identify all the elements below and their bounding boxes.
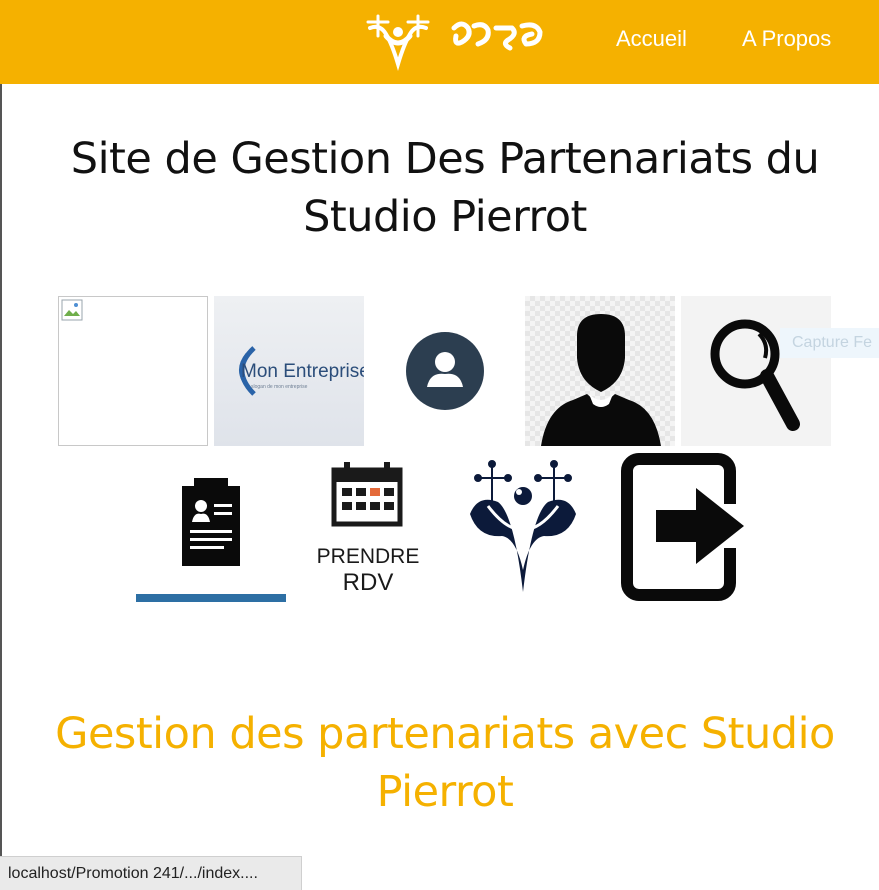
contact-card-tile[interactable] <box>136 452 286 602</box>
user-avatar-tile[interactable] <box>370 296 520 446</box>
calendar-label-top: PRENDRE <box>317 545 420 568</box>
search-tile[interactable] <box>681 296 831 446</box>
studio-pierrot-tile[interactable] <box>448 452 598 602</box>
user-avatar-icon <box>406 332 484 410</box>
company-logo: Mon Entreprise slogan de mon entreprise <box>239 346 364 396</box>
logout-tile[interactable] <box>604 452 754 602</box>
site-header: Accueil A Propos <box>0 0 879 84</box>
page-subtitle: Gestion des partenariats avec Studio Pie… <box>55 709 835 817</box>
svg-text:slogan de mon entreprise: slogan de mon entreprise <box>251 384 308 390</box>
calendar-appointment-icon: PRENDRE RDV <box>317 462 420 596</box>
contact-card-icon <box>136 478 286 602</box>
nav-about-link[interactable]: A Propos <box>742 26 831 52</box>
window-edge <box>0 84 2 890</box>
broken-image-tile[interactable] <box>58 296 208 446</box>
calendar-label-bottom: RDV <box>343 569 394 596</box>
studio-pierrot-icon <box>470 460 576 592</box>
studio-pierrot-logo[interactable] <box>362 6 562 74</box>
company-name: Mon Entreprise <box>241 361 364 382</box>
nav-home-link[interactable]: Accueil <box>616 26 687 52</box>
appointment-tile[interactable]: PRENDRE RDV <box>292 452 442 602</box>
user-silhouette-icon <box>541 314 661 446</box>
browser-status-bar: localhost/Promotion 241/.../index.... <box>0 856 302 890</box>
logout-icon <box>621 453 744 601</box>
broken-image-icon <box>61 299 83 321</box>
capture-button[interactable]: Capture Fe <box>780 328 879 358</box>
search-icon <box>710 319 800 431</box>
page-title: Site de Gestion Des Partenariats du Stud… <box>70 134 820 242</box>
company-logo-tile[interactable]: Mon Entreprise slogan de mon entreprise <box>214 296 364 446</box>
user-silhouette-tile[interactable] <box>525 296 675 446</box>
